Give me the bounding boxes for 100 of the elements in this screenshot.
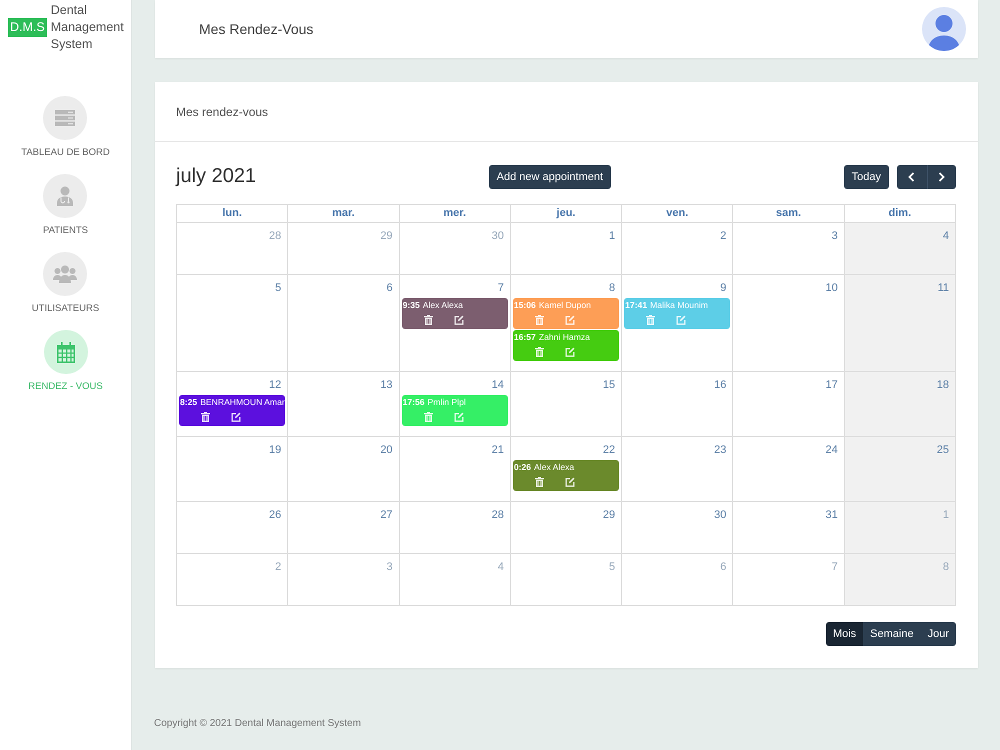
pencil-square-icon[interactable] [231,412,241,422]
weekday-header: mar. [288,205,400,223]
nav-item[interactable]: RENDEZ - VOUS [28,330,103,393]
day-cell[interactable]: 26 [177,502,288,554]
day-number: 3 [386,561,393,573]
add-appointment-button[interactable]: Add new appointment [488,164,612,188]
day-cell[interactable]: 15 [510,372,622,437]
day-cell[interactable]: 7 9:35 Alex Alexa [400,275,511,372]
day-cell[interactable]: 12 8:25 BENRAHMOUN Amar [177,372,288,437]
day-cell[interactable]: 27 [288,502,400,554]
day-number: 29 [602,509,616,521]
day-cell[interactable]: 13 [288,372,400,437]
nav-item[interactable]: UTILISATEURS [32,252,100,315]
day-cell[interactable]: 3 [288,554,400,606]
day-number: 24 [825,444,838,456]
pencil-square-icon[interactable] [454,315,464,325]
day-number: 2 [275,561,282,573]
chevron-left-icon [908,172,916,182]
day-cell[interactable]: 21 [400,437,511,502]
day-cell[interactable]: 30 [400,223,511,275]
day-cell[interactable]: 23 [622,437,734,502]
previous-button[interactable] [897,164,926,188]
trash-icon[interactable] [534,477,544,487]
day-cell[interactable]: 29 [288,223,400,275]
day-cell[interactable]: 5 [177,275,288,372]
calendar-event[interactable]: 8:25 BENRAHMOUN Amar [179,395,286,426]
day-number: 9 [720,282,726,294]
day-number: 5 [275,282,282,294]
nav-item[interactable]: TABLEAU DE BORD [21,96,110,159]
day-number: 21 [492,444,504,456]
calendar-event[interactable]: 0:26 Alex Alexa [512,460,620,491]
day-number: 2 [720,230,726,242]
day-cell[interactable]: 11 [844,275,956,372]
view-tab[interactable]: Semaine [863,622,921,646]
weekday-header: mer. [400,205,511,223]
day-number: 20 [380,444,393,456]
today-button[interactable]: Today [844,164,889,188]
view-tab[interactable]: Mois [826,622,864,646]
event-name: Malika Mounim [650,299,708,312]
event-time: 0:26 [514,461,532,474]
day-number: 31 [825,509,838,521]
day-number: 3 [832,230,838,242]
day-cell[interactable]: 6 [288,275,400,372]
day-number: 13 [380,379,393,391]
day-number: 18 [936,379,949,391]
day-cell[interactable]: 2 [622,223,734,275]
day-cell[interactable]: 18 [844,372,956,437]
trash-icon[interactable] [424,315,433,325]
day-cell[interactable]: 22 0:26 Alex Alexa [510,437,622,502]
event-name: BENRAHMOUN Amar [200,396,285,409]
day-cell[interactable]: 2 [177,554,288,606]
day-number: 7 [498,282,504,294]
event-name: Kamel Dupon [538,299,591,312]
day-cell[interactable]: 20 [288,437,400,502]
day-number: 14 [492,379,504,391]
event-name: Alex Alexa [534,461,574,474]
page-title: Mes Rendez-Vous [199,21,314,37]
pencil-square-icon[interactable] [564,477,575,487]
event-name: Alex Alexa [422,299,463,312]
panel-title: Mes rendez-vous [176,104,268,118]
day-number: 6 [386,282,393,294]
next-button[interactable] [926,164,956,188]
day-cell[interactable]: 30 [622,502,734,554]
day-cell[interactable]: 1 [510,223,622,275]
day-cell[interactable]: 5 [510,554,622,606]
weekday-header: ven. [622,205,734,223]
day-number: 5 [609,561,616,573]
day-cell[interactable]: 6 [622,554,734,606]
day-cell[interactable]: 4 [400,554,511,606]
calendar-event[interactable]: 9:35 Alex Alexa [402,298,508,329]
day-number: 1 [942,509,949,521]
event-name: Zahni Hamza [538,331,590,344]
user-avatar-icon[interactable] [922,7,966,51]
day-cell[interactable]: 28 [177,223,288,275]
day-number: 8 [609,282,616,294]
day-number: 10 [825,282,838,294]
view-tab[interactable]: Jour [920,622,956,646]
weekday-header: jeu. [510,205,622,223]
event-time: 16:57 [514,331,536,344]
day-number: 1 [609,230,616,242]
day-number: 26 [269,509,282,521]
day-number: 8 [942,561,949,573]
day-number: 27 [380,509,393,521]
day-cell[interactable]: 28 [400,502,511,554]
event-time: 17:41 [625,299,648,312]
chevron-right-icon [938,172,946,182]
day-cell[interactable]: 1 [844,502,956,554]
nav-item[interactable]: PATIENTS [42,174,88,237]
day-cell[interactable]: 8 15:06 Kamel Dupon 16:57 Zahni Hamza [510,275,622,372]
trash-icon[interactable] [201,412,210,422]
day-cell[interactable]: 16 [622,372,734,437]
day-cell[interactable]: 19 [177,437,288,502]
event-name: Pmlin Plpl [428,396,466,409]
day-number: 15 [602,379,616,391]
day-cell[interactable]: 25 [844,437,956,502]
day-cell[interactable]: 29 [510,502,622,554]
doctor-icon [43,174,88,218]
day-cell[interactable]: 4 [844,223,956,275]
day-cell[interactable]: 8 [844,554,956,606]
app-name: Dental Management System [50,2,125,53]
